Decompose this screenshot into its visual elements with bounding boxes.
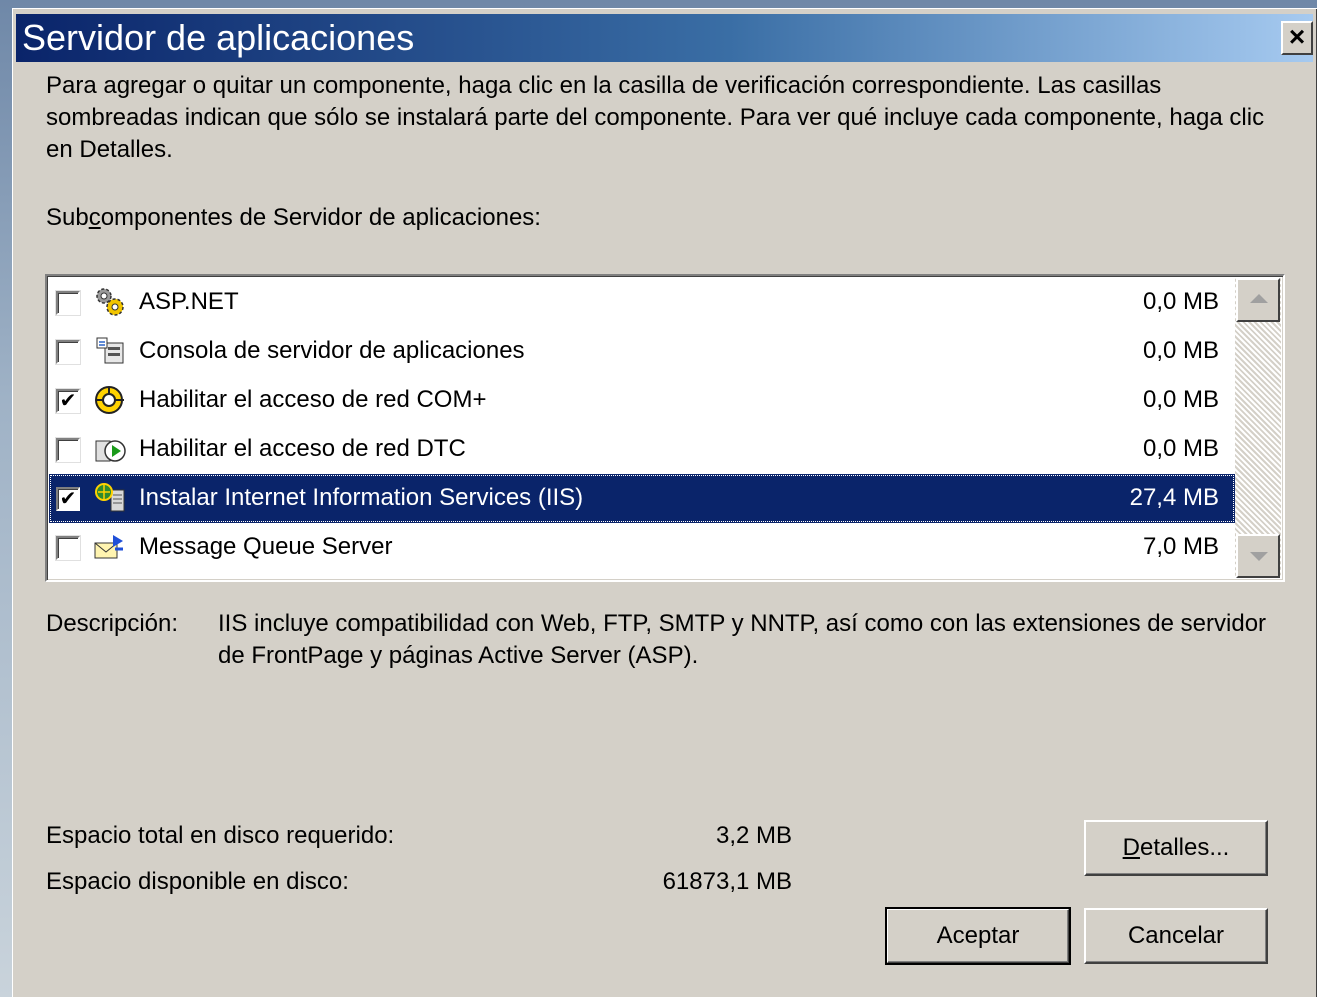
close-icon: × (1288, 21, 1306, 52)
intro-text: Para agregar o quitar un componente, hag… (46, 72, 1265, 163)
component-name: Message Queue Server (139, 533, 393, 560)
component-checkbox[interactable]: ✔ (56, 389, 80, 413)
component-row[interactable]: Message Queue Server 7,0 MB (49, 523, 1235, 572)
available-space-label: Espacio disponible en disco: (46, 868, 349, 895)
component-size: 0,0 MB (1142, 435, 1219, 462)
arrow-up-icon (1250, 294, 1268, 303)
component-name: Consola de servidor de aplicaciones (139, 337, 525, 364)
com-network-icon (93, 384, 127, 416)
available-space-value: 61873,1 MB (662, 868, 792, 895)
component-row[interactable]: ✔ Habilitar el acceso de red COM+ 0,0 MB (49, 376, 1235, 425)
components-dialog: Servidor de aplicaciones × Para agregar … (12, 8, 1317, 997)
component-size: 0,0 MB (1142, 337, 1219, 364)
subcomponents-label: Subcomponentes de Servidor de aplicacion… (46, 204, 541, 231)
component-checkbox[interactable]: ✔ (56, 487, 80, 511)
component-size: 0,0 MB (1142, 288, 1219, 315)
close-button[interactable]: × (1281, 21, 1313, 55)
dialog-title: Servidor de aplicaciones (22, 17, 415, 58)
console-icon (93, 335, 127, 367)
component-row[interactable]: ✔ Instalar Internet Information Services … (49, 474, 1235, 523)
component-name: Instalar Internet Information Services (… (139, 484, 584, 511)
component-row[interactable]: ASP.NET 0,0 MB (49, 278, 1235, 327)
cancel-button[interactable]: Cancelar (1084, 908, 1268, 964)
description-label: Descripción: (46, 610, 179, 637)
component-checkbox[interactable] (56, 536, 80, 560)
component-name: ASP.NET (139, 288, 239, 315)
component-checkbox[interactable] (56, 340, 80, 364)
component-size: 7,0 MB (1142, 533, 1219, 560)
component-size: 0,0 MB (1142, 386, 1219, 413)
scroll-down-button[interactable] (1236, 534, 1280, 578)
title-bar[interactable]: Servidor de aplicaciones × (16, 14, 1313, 62)
list-scrollbar[interactable] (1235, 278, 1281, 578)
gears-icon (93, 286, 127, 318)
component-name: Habilitar el acceso de red COM+ (139, 386, 487, 413)
component-checkbox[interactable] (56, 438, 80, 462)
component-row[interactable]: Habilitar el acceso de red DTC 0,0 MB (49, 425, 1235, 474)
subcomponents-list[interactable]: ASP.NET 0,0 MB Consola de servidor de apli… (45, 274, 1285, 582)
required-space-label: Espacio total en disco requerido: (46, 822, 395, 849)
required-space-value: 3,2 MB (715, 822, 792, 849)
description-text: IIS incluye compatibilidad con Web, FTP,… (218, 610, 1267, 669)
dtc-icon (93, 433, 127, 465)
component-row[interactable]: Consola de servidor de aplicaciones 0,0 M… (49, 327, 1235, 376)
component-name: Habilitar el acceso de red DTC (139, 435, 466, 462)
details-button[interactable]: Detalles... (1084, 820, 1268, 876)
iis-icon (93, 482, 127, 514)
component-checkbox[interactable] (56, 291, 80, 315)
component-size: 27,4 MB (1129, 484, 1219, 511)
message-queue-icon (93, 531, 127, 563)
accept-button[interactable]: Aceptar (885, 907, 1071, 965)
scroll-up-button[interactable] (1236, 278, 1280, 322)
arrow-down-icon (1250, 552, 1268, 561)
